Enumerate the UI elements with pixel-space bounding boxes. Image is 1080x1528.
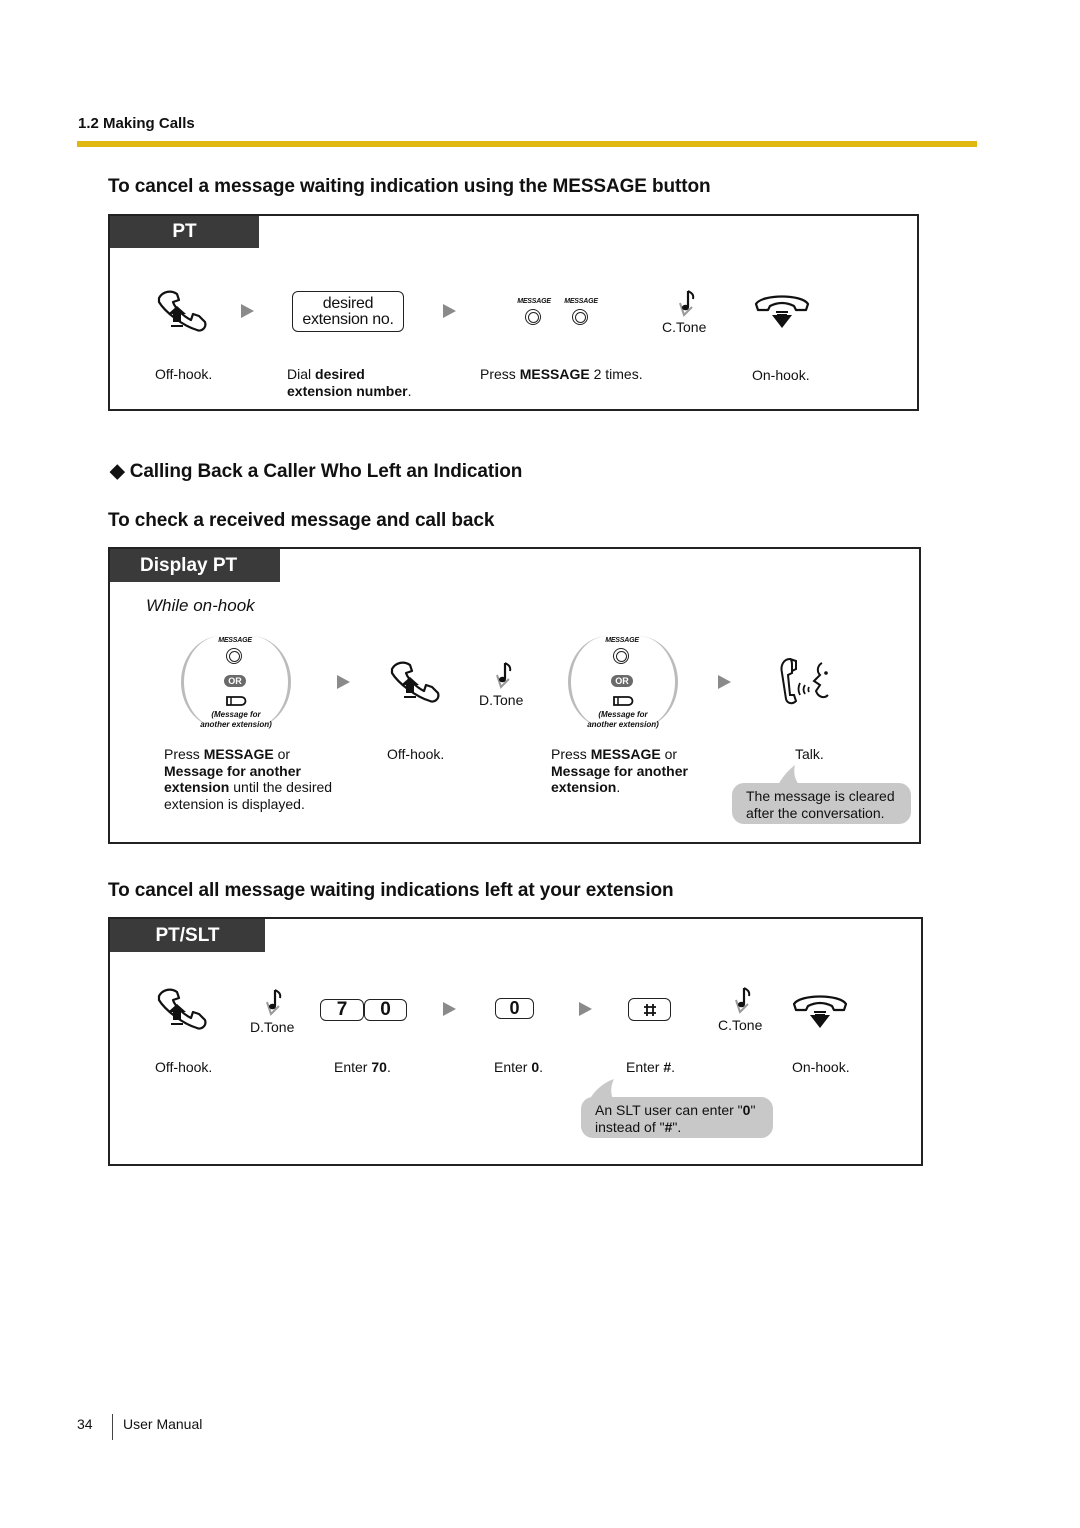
message-button-icon [525,309,541,325]
step-desc: Off-hook. [155,1059,213,1075]
step-desc: Enter 0. [494,1059,544,1075]
key-0: 0 [495,998,534,1019]
header-rule [77,141,977,147]
manual-title: User Manual [123,1416,203,1432]
condition-label: While on-hook [146,596,255,615]
button-note: (Message for another extension) [200,710,272,729]
off-hook-icon [390,661,440,703]
step-desc: Press MESSAGE or Message for another exten… [551,746,688,795]
footer-divider [112,1414,113,1440]
dial-tone-icon [496,662,512,689]
on-hook-icon [792,995,848,1028]
message-caption: MESSAGE [517,298,551,305]
off-hook-icon [157,988,207,1030]
tab-pt-slt: PT/SLT [110,919,265,952]
step-desc: Enter 70. [334,1059,391,1075]
flexible-button-icon [613,696,634,706]
step-desc: On-hook. [752,367,810,383]
tone-label: D.Tone [250,1019,295,1035]
next-arrow-icon [241,304,254,318]
tab-display-pt: Display PT [110,549,280,582]
message-button-icon [613,648,629,664]
section2-title: To check a received message and call bac… [108,510,495,531]
desired-extension-key: desired extension no. [292,291,404,332]
step-desc: Off-hook. [387,746,445,762]
message-button-icon [226,648,242,664]
message-caption: MESSAGE [564,298,598,305]
off-hook-icon [157,290,207,332]
note-bubble: The message is cleared after the conversa… [732,783,911,824]
key-line-1: desired [322,294,374,312]
dial-tone-icon [266,989,282,1016]
step-desc: Off-hook. [155,366,213,382]
on-hook-icon [754,295,810,328]
message-caption: MESSAGE [218,637,252,644]
or-badge: OR [611,675,633,687]
step-desc: Talk. [795,746,824,762]
talk-icon [780,657,829,705]
confirmation-tone-icon [735,987,751,1014]
key-7: 7 [320,999,364,1021]
section3-box: PT/SLT [108,917,923,1166]
key-0: 0 [364,999,407,1021]
hash-icon [643,1003,656,1016]
next-arrow-icon [718,675,731,689]
page-number: 34 [77,1416,93,1432]
diamond-bullet-icon: ◆ [110,461,125,482]
tone-label: C.Tone [718,1017,763,1033]
step-desc: Dial desired extension number. [287,366,412,399]
next-arrow-icon [443,1002,456,1016]
confirmation-tone-icon [679,290,695,317]
section2-heading: ◆ Calling Back a Caller Who Left an Indi… [110,461,523,482]
next-arrow-icon [579,1002,592,1016]
step-desc: Press MESSAGE 2 times. [480,366,643,382]
button-note: (Message for another extension) [587,710,659,729]
section-label: 1.2 Making Calls [78,115,195,132]
or-badge: OR [224,675,246,687]
message-button-icon [572,309,588,325]
message-caption: MESSAGE [605,637,639,644]
tab-pt: PT [110,216,259,248]
step-desc: On-hook. [792,1059,850,1075]
note-bubble: An SLT user can enter "0" instead of "#". [581,1097,773,1138]
tone-label: C.Tone [662,319,707,335]
flexible-button-icon [226,696,247,706]
step-desc: Press MESSAGE or Message for another exten… [164,746,333,812]
tone-label: D.Tone [479,692,524,708]
key-line-2: extension no. [302,310,394,328]
section1-title: To cancel a message waiting indication u… [108,176,711,197]
step-desc: Enter #. [626,1059,676,1075]
key-hash [628,998,671,1021]
section3-title: To cancel all message waiting indication… [108,880,674,901]
next-arrow-icon [443,304,456,318]
next-arrow-icon [337,675,350,689]
